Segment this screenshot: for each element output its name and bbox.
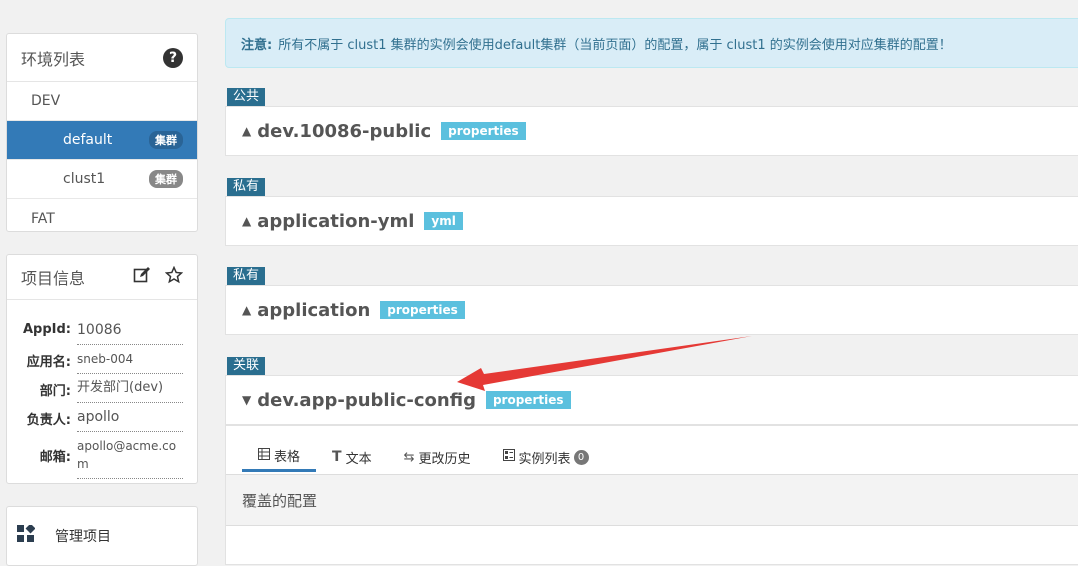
tab-instances[interactable]: 实例列表 0 xyxy=(487,442,605,472)
project-info-header: 项目信息 xyxy=(7,255,197,300)
tab-label: 实例列表 xyxy=(518,451,571,467)
info-value: 开发部门(dev) xyxy=(77,374,183,403)
notice-text: 所有不属于 clust1 集群的实例会使用default集群（当前页面）的配置，… xyxy=(278,37,952,53)
tab-label: 表格 xyxy=(274,450,301,465)
history-icon: ⇆ xyxy=(403,449,415,465)
text-icon: T xyxy=(332,449,342,465)
info-key: AppId: xyxy=(22,322,71,337)
project-info-panel: 项目信息 AppId: 10086 应用名: sneb-004 部门: 开发部门… xyxy=(6,254,198,484)
namespace-name: dev.10086-public xyxy=(257,120,432,142)
env-item-label: DEV xyxy=(31,93,61,109)
manage-project-label: 管理项目 xyxy=(55,529,111,545)
override-config-header: 覆盖的配置 xyxy=(226,474,1078,526)
override-config-title: 覆盖的配置 xyxy=(242,491,318,510)
cluster-item-label: clust1 xyxy=(63,171,106,187)
project-info-title: 项目信息 xyxy=(21,269,86,288)
info-row-appid: AppId: 10086 xyxy=(7,316,183,345)
namespace-tag: 公共 xyxy=(227,88,266,106)
env-list-title: 环境列表 xyxy=(21,49,86,69)
info-value: apollo xyxy=(77,403,183,432)
info-value: 10086 xyxy=(77,316,183,345)
namespace-header[interactable]: ▼ dev.app-public-config properties xyxy=(225,375,1078,425)
namespace-tag: 关联 xyxy=(227,357,266,375)
cluster-notice: 注意: 所有不属于 clust1 集群的实例会使用default集群（当前页面）… xyxy=(225,18,1078,68)
format-badge: properties xyxy=(441,122,526,140)
info-row-app-name: 应用名: sneb-004 xyxy=(7,345,183,374)
caret-down-icon[interactable]: ▼ xyxy=(242,393,251,407)
caret-up-icon[interactable]: ▲ xyxy=(242,214,251,228)
info-key: 应用名: xyxy=(26,355,71,370)
info-value: apollo@acme.com xyxy=(77,432,183,479)
edit-icon[interactable] xyxy=(133,266,151,288)
table-icon xyxy=(258,447,270,464)
tab-text[interactable]: T 文本 xyxy=(316,442,388,472)
namespace-tag: 私有 xyxy=(227,178,266,196)
namespace-name: application-yml xyxy=(257,210,415,232)
namespace-name: application xyxy=(257,299,371,321)
apps-icon xyxy=(17,523,36,547)
cluster-badge: 集群 xyxy=(149,170,183,188)
env-list-panel: 环境列表 ? DEV default 集群 clust1 集群 FAT xyxy=(6,33,198,232)
cluster-badge: 集群 xyxy=(149,131,183,149)
env-item-label: FAT xyxy=(31,210,55,227)
manage-project-button[interactable]: 管理项目 xyxy=(6,506,198,566)
format-badge: yml xyxy=(424,212,463,230)
instance-list-icon xyxy=(502,449,515,465)
star-icon[interactable] xyxy=(164,265,184,288)
namespace-detail: 表格 T 文本 ⇆ 更改历史 实例列表 0 覆盖的配置 xyxy=(225,425,1078,565)
namespace-header[interactable]: ▲ application properties xyxy=(225,285,1078,335)
info-value: sneb-004 xyxy=(77,345,183,374)
info-key: 负责人: xyxy=(26,413,71,428)
instance-count-badge: 0 xyxy=(573,449,589,465)
tab-label: 文本 xyxy=(345,451,372,467)
info-key: 邮箱: xyxy=(39,450,71,465)
tab-label: 更改历史 xyxy=(418,451,471,467)
info-row-email: 邮箱: apollo@acme.com xyxy=(7,432,183,479)
env-list-header: 环境列表 ? xyxy=(7,34,197,82)
notice-prefix: 注意: xyxy=(241,37,273,53)
view-tabs: 表格 T 文本 ⇆ 更改历史 实例列表 0 xyxy=(242,442,605,472)
namespace-tag: 私有 xyxy=(227,267,266,285)
format-badge: properties xyxy=(485,391,571,409)
info-key: 部门: xyxy=(39,384,71,399)
namespace-name: dev.app-public-config xyxy=(257,389,476,411)
caret-up-icon[interactable]: ▲ xyxy=(242,303,251,317)
namespace-header[interactable]: ▲ dev.10086-public properties xyxy=(225,106,1078,156)
tab-history[interactable]: ⇆ 更改历史 xyxy=(388,442,487,472)
format-badge: properties xyxy=(380,301,465,319)
help-icon[interactable]: ? xyxy=(163,47,183,68)
cluster-item-default[interactable]: default 集群 xyxy=(7,121,197,160)
env-item-fat[interactable]: FAT xyxy=(7,199,197,238)
info-row-department: 部门: 开发部门(dev) xyxy=(7,374,183,403)
namespace-header[interactable]: ▲ application-yml yml xyxy=(225,196,1078,246)
info-row-owner: 负责人: apollo xyxy=(7,403,183,432)
env-item-dev[interactable]: DEV xyxy=(7,82,197,121)
tab-table[interactable]: 表格 xyxy=(242,442,317,472)
caret-up-icon[interactable]: ▲ xyxy=(242,124,251,138)
cluster-item-clust1[interactable]: clust1 集群 xyxy=(7,160,197,199)
cluster-item-label: default xyxy=(63,132,113,148)
